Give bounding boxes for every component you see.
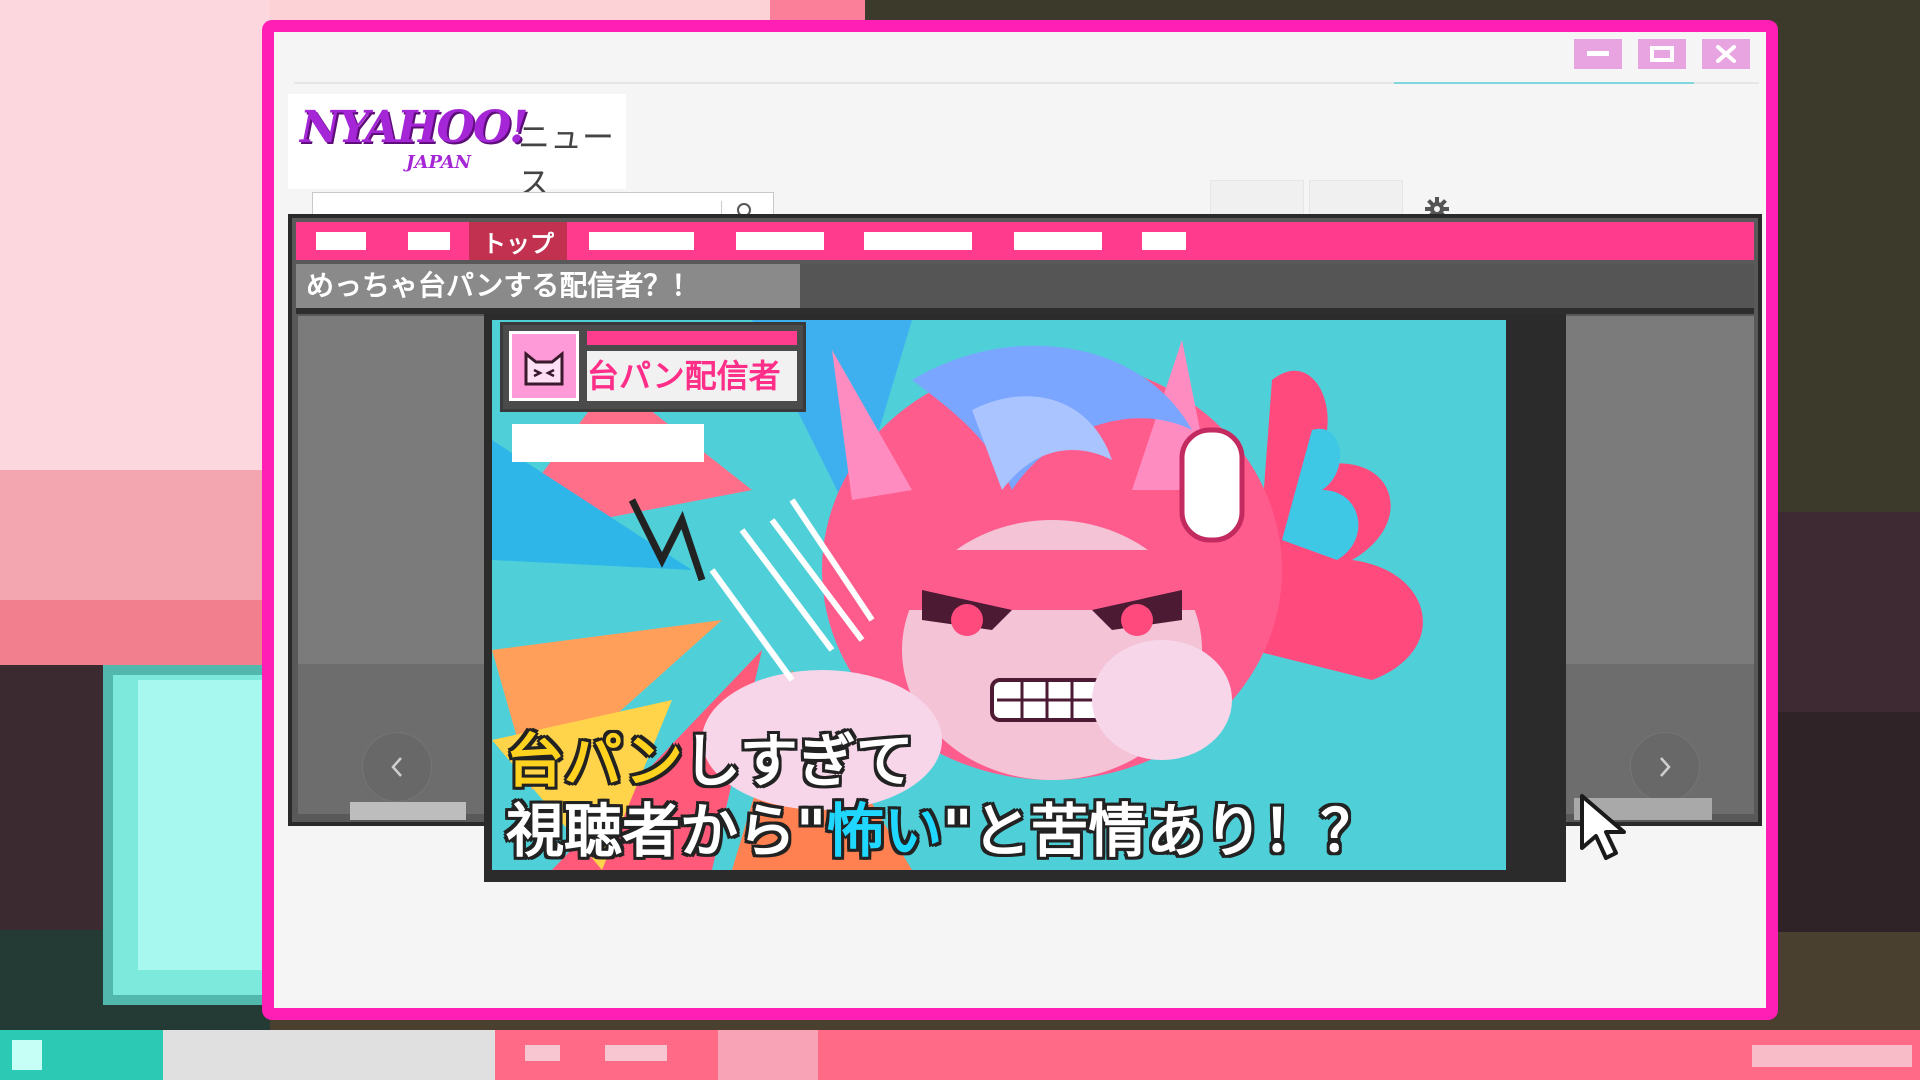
carousel-next-button[interactable] (1630, 732, 1700, 802)
taskbar-tray[interactable] (1752, 1045, 1912, 1067)
desktop-bg-block (270, 0, 770, 22)
browser-content: NYAHOO! JAPAN ニュース トップ めっちゃ台パンする配信者？！ 台パ… (274, 32, 1766, 1008)
taskbar-item-active[interactable] (718, 1030, 818, 1080)
logo-wordmark: NYAHOO! (300, 102, 528, 153)
nav-tab[interactable] (408, 232, 450, 250)
mouse-cursor-icon (1580, 794, 1626, 860)
desktop-bg-block (0, 600, 270, 665)
nav-tab[interactable] (589, 232, 694, 250)
taskbar (0, 1030, 1920, 1080)
article-headline[interactable]: めっちゃ台パンする配信者？！ (296, 264, 800, 308)
background-window-content (138, 680, 273, 970)
caption-text: "と苦情あり！？ (942, 797, 1379, 865)
taskbar-start-area[interactable] (0, 1030, 163, 1080)
headline-bar: めっちゃ台パンする配信者？！ (296, 264, 1754, 308)
streamer-badge: 台パン配信者 (500, 322, 806, 412)
logo-subtitle: JAPAN (406, 152, 472, 173)
caption-text: 視聴者から" (506, 797, 827, 865)
nav-tab[interactable] (736, 232, 824, 250)
chevron-right-icon (1660, 757, 1671, 777)
desktop-bg-block (0, 470, 270, 600)
streamer-label: 台パン配信者 (587, 351, 797, 401)
taskbar-item[interactable] (163, 1030, 495, 1080)
nav-tab[interactable] (316, 232, 366, 250)
hero-caption-placeholder (512, 424, 704, 462)
desktop-bg-block (1778, 22, 1920, 512)
carousel-caption-placeholder (350, 802, 466, 820)
taskbar-item[interactable] (605, 1045, 667, 1061)
desktop-bg-block (1778, 512, 1920, 712)
news-panel: トップ めっちゃ台パンする配信者？！ 台パン配信者 台パンしすぎて 視聴者から"… (288, 214, 1762, 882)
avatar (509, 331, 579, 401)
loading-bar (1394, 82, 1694, 84)
nav-tab[interactable] (1014, 232, 1102, 250)
maximize-button[interactable] (1638, 39, 1686, 69)
desktop-bg-block (770, 0, 865, 22)
desktop-bg-block (0, 0, 270, 470)
category-nav: トップ (296, 222, 1754, 260)
start-icon[interactable] (12, 1040, 42, 1070)
nav-tab-top[interactable]: トップ (469, 222, 567, 260)
desktop-bg-block (1778, 712, 1920, 932)
nav-tab[interactable] (1142, 232, 1186, 250)
cat-avatar-icon (524, 350, 564, 386)
streamer-name-bar (587, 331, 797, 345)
minimize-icon (1587, 51, 1609, 56)
taskbar-item[interactable] (525, 1045, 560, 1061)
carousel-prev-button[interactable] (362, 732, 432, 802)
site-logo[interactable]: NYAHOO! JAPAN ニュース (288, 94, 626, 202)
maximize-icon (1650, 46, 1674, 62)
nav-tab[interactable] (864, 232, 972, 250)
desktop-bg-block (865, 0, 1920, 22)
caption-highlight: 怖い (826, 797, 943, 865)
chevron-left-icon (391, 757, 402, 777)
logo-section-name: ニュース (518, 118, 615, 202)
minimize-button[interactable] (1574, 39, 1622, 69)
article-hero-image[interactable]: 台パン配信者 台パンしすぎて 視聴者から"怖い"と苦情あり！？ (484, 314, 1566, 882)
carousel-next-preview[interactable] (1566, 316, 1754, 664)
close-button[interactable] (1702, 39, 1750, 69)
close-icon (1716, 45, 1736, 63)
carousel-prev-preview[interactable] (298, 316, 484, 664)
browser-window: NYAHOO! JAPAN ニュース トップ めっちゃ台パンする配信者？！ 台パ… (262, 20, 1778, 1020)
hero-caption-line-2: 視聴者から"怖い"と苦情あり！？ (506, 784, 1378, 868)
